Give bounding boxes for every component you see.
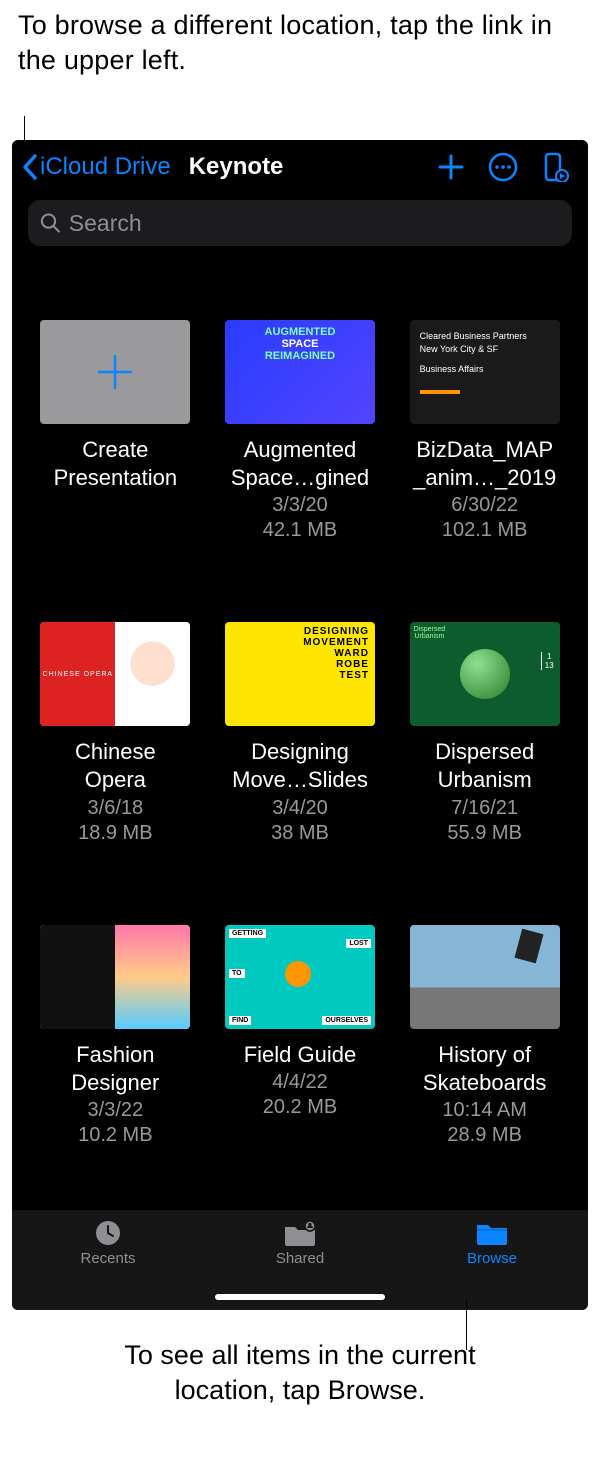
tile-date: 3/4/20	[272, 797, 328, 820]
tab-label: Browse	[467, 1250, 517, 1267]
shared-folder-icon	[282, 1218, 318, 1248]
tab-bar: Recents Shared Browse	[12, 1210, 588, 1310]
file-thumbnail: DESIGNING MOVEMENT WARD ROBE TEST	[225, 622, 375, 726]
file-grid: Create Presentation AUGMENTED SPACE REIM…	[12, 250, 588, 1147]
tile-date: 7/16/21	[451, 797, 518, 820]
tile-name: AugmentedSpace…gined	[231, 436, 369, 492]
tile-date: 10:14 AM	[442, 1099, 527, 1122]
tile-size: 55.9 MB	[447, 822, 521, 845]
file-thumbnail: AUGMENTED SPACE REIMAGINED	[225, 320, 375, 424]
file-thumbnail	[40, 925, 190, 1029]
file-thumbnail: CHINESE OPERA	[40, 622, 190, 726]
file-tile[interactable]: GETTING LOST TO FIND OURSELVES Field Gui…	[221, 925, 380, 1147]
tile-size: 102.1 MB	[442, 519, 528, 542]
plus-icon	[437, 153, 465, 181]
search-icon	[40, 212, 61, 234]
file-tile[interactable]: AUGMENTED SPACE REIMAGINED AugmentedSpac…	[221, 320, 380, 542]
ellipsis-circle-icon	[488, 152, 518, 182]
tile-size: 20.2 MB	[263, 1096, 337, 1119]
file-tile[interactable]: Cleared Business Partners New York City …	[405, 320, 564, 542]
chevron-left-icon	[22, 154, 38, 180]
tile-size: 10.2 MB	[78, 1124, 152, 1147]
back-button[interactable]: iCloud Drive	[22, 153, 171, 181]
tab-label: Shared	[276, 1250, 324, 1267]
folder-icon	[474, 1218, 510, 1248]
more-button[interactable]	[480, 144, 526, 190]
tile-date: 3/3/22	[88, 1099, 144, 1122]
tab-recents[interactable]: Recents	[48, 1218, 168, 1310]
file-thumbnail: DispersedUrbanism 1 13	[410, 622, 560, 726]
tile-date: 3/6/18	[88, 797, 144, 820]
phone-screen: iCloud Drive Keynote Create Presentation	[12, 140, 588, 1310]
tile-size: 42.1 MB	[263, 519, 337, 542]
search-bar	[12, 194, 588, 250]
tile-name: Field Guide	[244, 1041, 357, 1069]
callout-bottom: To see all items in the current location…	[0, 1338, 600, 1408]
file-tile[interactable]: CHINESE OPERA ChineseOpera 3/6/18 18.9 M…	[36, 622, 195, 844]
tab-label: Recents	[80, 1250, 135, 1267]
home-indicator[interactable]	[215, 1294, 385, 1300]
file-tile[interactable]: FashionDesigner 3/3/22 10.2 MB	[36, 925, 195, 1147]
phone-play-icon	[540, 152, 570, 182]
callout-top: To browse a different location, tap the …	[0, 0, 600, 77]
search-input[interactable]	[69, 210, 560, 237]
file-thumbnail: GETTING LOST TO FIND OURSELVES	[225, 925, 375, 1029]
search-field[interactable]	[28, 200, 572, 246]
file-thumbnail: Cleared Business Partners New York City …	[410, 320, 560, 424]
plus-icon	[91, 348, 139, 396]
tile-name: History ofSkateboards	[423, 1041, 547, 1097]
back-label: iCloud Drive	[40, 153, 171, 181]
tile-name: FashionDesigner	[71, 1041, 159, 1097]
tab-browse[interactable]: Browse	[432, 1218, 552, 1310]
create-presentation-tile[interactable]: Create Presentation	[36, 320, 195, 542]
file-tile[interactable]: History ofSkateboards 10:14 AM 28.9 MB	[405, 925, 564, 1147]
tile-size: 38 MB	[271, 822, 329, 845]
add-button[interactable]	[428, 144, 474, 190]
tile-size: 18.9 MB	[78, 822, 152, 845]
remote-button[interactable]	[532, 144, 578, 190]
tile-name: BizData_MAP_anim…_2019	[413, 436, 556, 492]
create-thumbnail	[40, 320, 190, 424]
file-tile[interactable]: DispersedUrbanism 1 13 DispersedUrbanism…	[405, 622, 564, 844]
file-tile[interactable]: DESIGNING MOVEMENT WARD ROBE TEST Design…	[221, 622, 380, 844]
clock-icon	[91, 1218, 125, 1248]
tile-name: ChineseOpera	[75, 738, 156, 794]
file-thumbnail	[410, 925, 560, 1029]
tile-date: 6/30/22	[451, 494, 518, 517]
tile-size: 28.9 MB	[447, 1124, 521, 1147]
nav-title: Keynote	[189, 153, 284, 181]
tile-date: 4/4/22	[272, 1071, 328, 1094]
tile-name: DispersedUrbanism	[435, 738, 534, 794]
tile-name: DesigningMove…Slides	[232, 738, 368, 794]
tile-name: Create Presentation	[54, 436, 178, 492]
navigation-bar: iCloud Drive Keynote	[12, 140, 588, 194]
tile-date: 3/3/20	[272, 494, 328, 517]
